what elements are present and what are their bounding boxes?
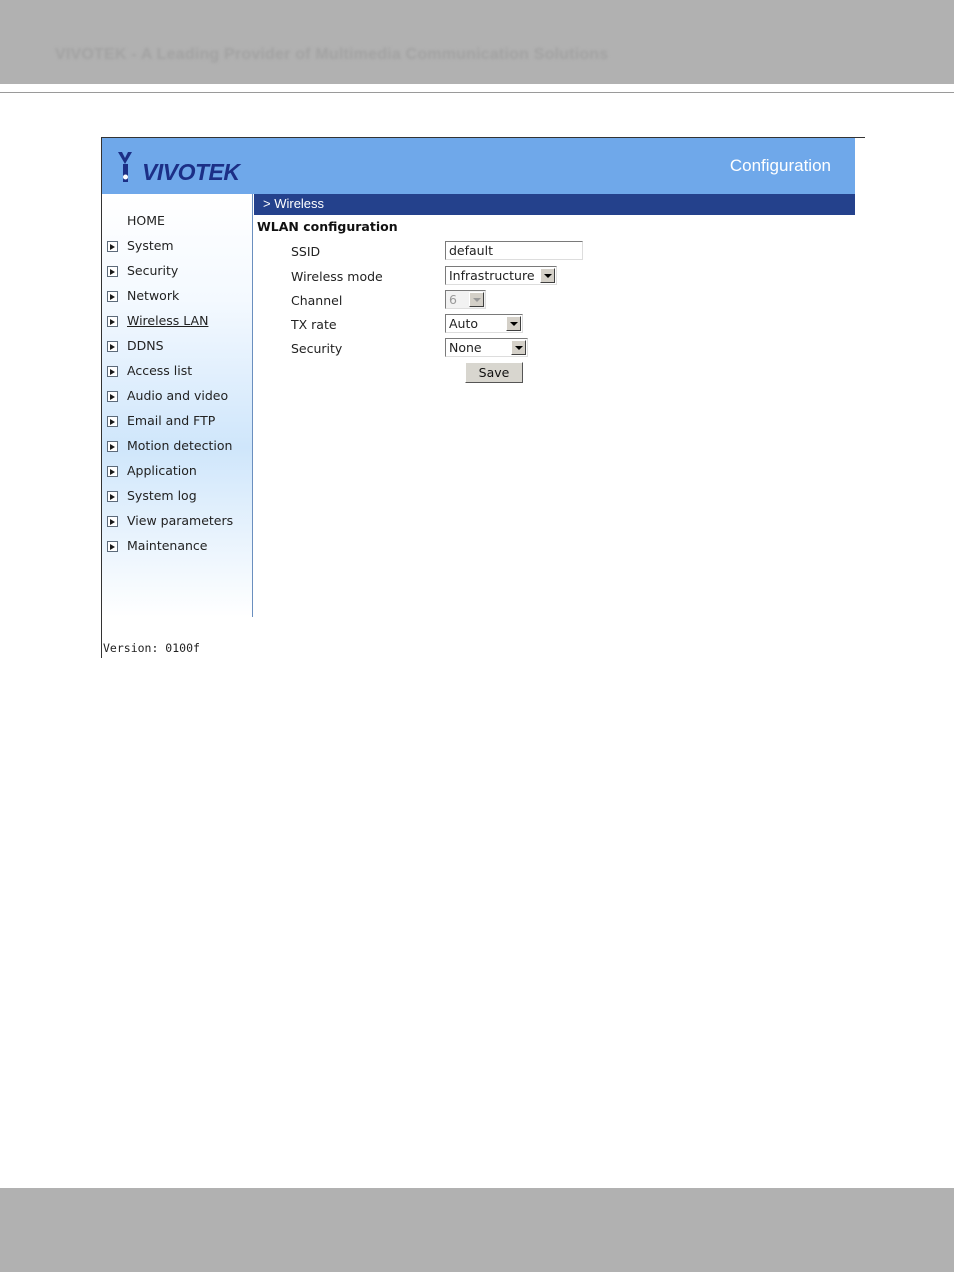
document-footer-band	[0, 1188, 954, 1272]
sidebar-item-system[interactable]: System	[102, 236, 252, 256]
chevron-down-icon	[469, 292, 484, 307]
security-label: Security	[291, 341, 343, 356]
wireless-mode-value: Infrastructure	[449, 268, 535, 283]
sidebar-item-system-log[interactable]: System log	[102, 486, 252, 506]
security-value: None	[449, 340, 482, 355]
sidebar-item-label: Wireless LAN	[127, 313, 209, 328]
config-banner: VIVOTEK Configuration	[102, 138, 855, 194]
channel-value: 6	[449, 292, 457, 307]
sidebar-item-email-and-ftp[interactable]: Email and FTP	[102, 411, 252, 431]
tx-rate-value: Auto	[449, 316, 479, 331]
ssid-label: SSID	[291, 244, 321, 259]
arrow-right-icon	[107, 266, 118, 277]
sidebar-item-label: Access list	[127, 363, 193, 378]
arrow-right-icon	[107, 541, 118, 552]
vivotek-logo-mark-icon	[118, 152, 132, 182]
sidebar-item-label: Application	[127, 463, 197, 478]
arrow-right-icon	[107, 491, 118, 502]
sidebar-item-label: HOME	[127, 213, 165, 228]
sidebar-item-ddns[interactable]: DDNS	[102, 336, 252, 356]
vivotek-logo[interactable]: VIVOTEK	[116, 150, 256, 186]
sidebar-item-maintenance[interactable]: Maintenance	[102, 536, 252, 556]
logo-text: VIVOTEK	[142, 159, 240, 185]
version-text: Version: 0100f	[103, 641, 200, 655]
sidebar-item-home[interactable]: HOME	[102, 211, 252, 231]
sidebar-item-application[interactable]: Application	[102, 461, 252, 481]
tx-rate-select[interactable]: Auto	[445, 314, 523, 333]
sidebar-item-label: Email and FTP	[127, 413, 216, 428]
sidebar-item-label: Network	[127, 288, 180, 303]
sidebar-item-label: View parameters	[127, 513, 234, 528]
sidebar-item-label: System log	[127, 488, 197, 503]
chevron-down-icon[interactable]	[511, 340, 526, 355]
sidebar-item-motion-detection[interactable]: Motion detection	[102, 436, 252, 456]
arrow-right-icon	[107, 441, 118, 452]
arrow-right-icon	[107, 516, 118, 527]
channel-select: 6	[445, 290, 486, 309]
page-title: Configuration	[729, 156, 831, 175]
tx-rate-label: TX rate	[291, 317, 337, 332]
save-button[interactable]: Save	[465, 362, 523, 383]
channel-label: Channel	[291, 293, 343, 308]
arrow-right-icon	[107, 316, 118, 327]
document-header-band: VIVOTEK - A Leading Provider of Multimed…	[0, 0, 954, 84]
sidebar-item-label: Security	[127, 263, 179, 278]
arrow-right-icon	[107, 391, 118, 402]
sidebar-nav: HOME System Security Network Wireless LA…	[102, 194, 253, 655]
security-select[interactable]: None	[445, 338, 528, 357]
arrow-right-icon	[107, 366, 118, 377]
sidebar-item-label: System	[127, 238, 174, 253]
wireless-mode-label: Wireless mode	[291, 269, 383, 284]
sidebar-item-security[interactable]: Security	[102, 261, 252, 281]
sidebar-item-audio-and-video[interactable]: Audio and video	[102, 386, 252, 406]
sidebar-item-label: Motion detection	[127, 438, 233, 453]
arrow-right-icon	[107, 241, 118, 252]
wireless-mode-select[interactable]: Infrastructure	[445, 266, 557, 285]
sidebar-item-label: Audio and video	[127, 388, 229, 403]
camera-config-screenshot: VIVOTEK Configuration HOME System Securi…	[101, 137, 865, 658]
chevron-down-icon[interactable]	[540, 268, 555, 283]
document-header-text: VIVOTEK - A Leading Provider of Multimed…	[55, 46, 609, 63]
sidebar-item-view-parameters[interactable]: View parameters	[102, 511, 252, 531]
arrow-right-icon	[107, 466, 118, 477]
chevron-down-icon[interactable]	[506, 316, 521, 331]
arrow-right-icon	[107, 291, 118, 302]
arrow-right-icon	[107, 416, 118, 427]
ssid-value: default	[449, 243, 493, 258]
sidebar-item-label: Maintenance	[127, 538, 208, 553]
breadcrumb-text: > Wireless	[263, 196, 325, 211]
sidebar-item-access-list[interactable]: Access list	[102, 361, 252, 381]
header-divider	[0, 92, 954, 93]
ssid-input[interactable]: default	[445, 241, 583, 260]
sidebar-item-wireless-lan[interactable]: Wireless LAN	[102, 311, 252, 331]
sidebar-item-label: DDNS	[127, 338, 164, 353]
arrow-right-icon	[107, 341, 118, 352]
sidebar-item-network[interactable]: Network	[102, 286, 252, 306]
breadcrumb: > Wireless	[254, 194, 855, 215]
section-title: WLAN configuration	[257, 219, 398, 234]
